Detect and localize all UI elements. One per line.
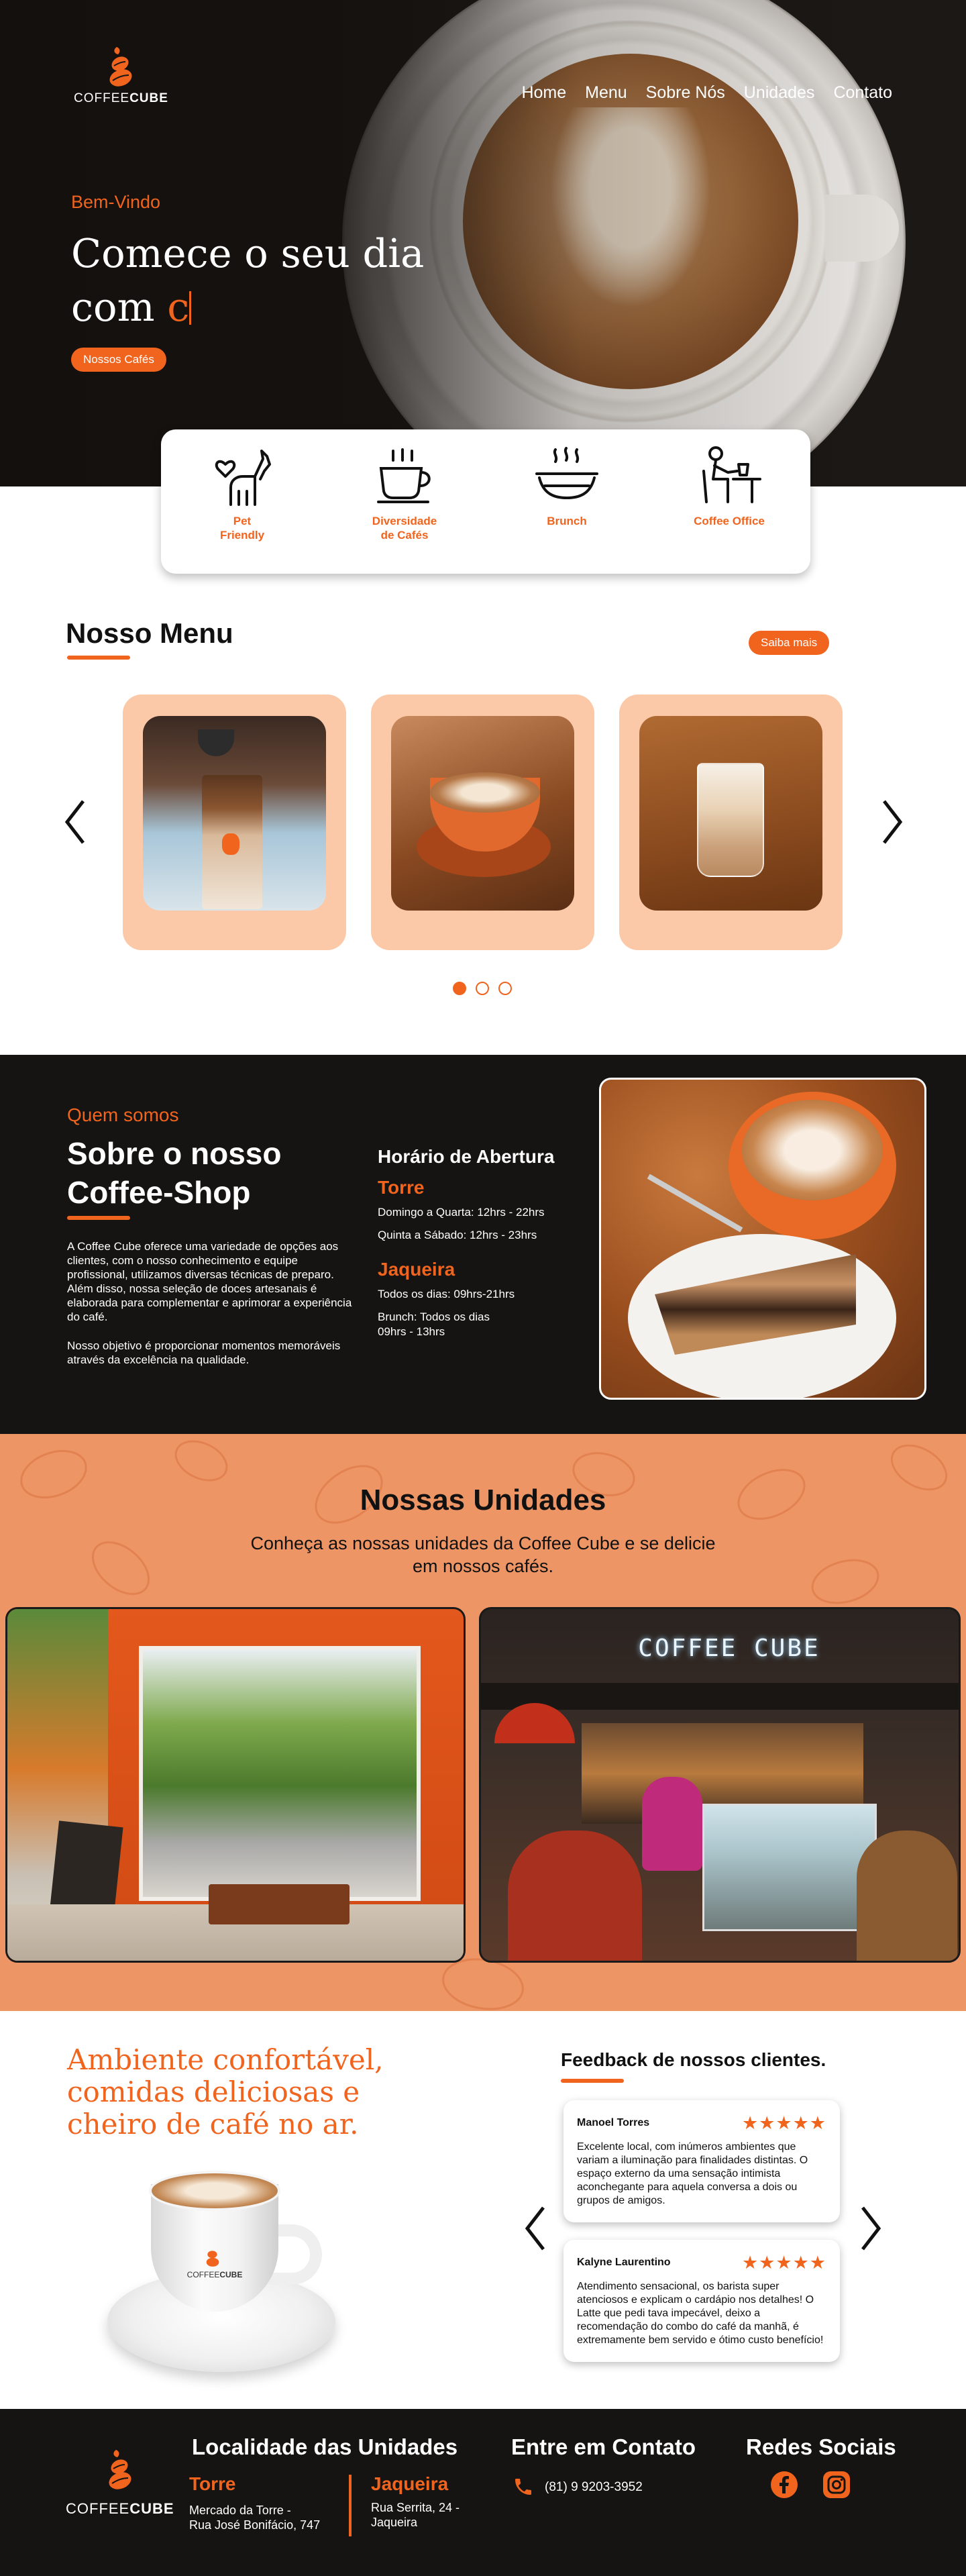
coffee-cup-product-image: COFFEECUBE xyxy=(101,2171,342,2392)
nav-menu[interactable]: Menu xyxy=(585,83,627,103)
footer-address-jaqueira: Rua Serrita, 24 - Jaqueira xyxy=(371,2501,460,2529)
star-rating-icon: ★★★★★ xyxy=(741,2113,826,2133)
footer-wordmark: COFFEECUBE xyxy=(66,2500,174,2517)
coffee-cube-sign: COFFEE CUBE xyxy=(638,1635,820,1662)
coffee-bean-logo-icon xyxy=(103,2442,138,2496)
logo-link[interactable]: COFFEECUBE xyxy=(74,46,168,106)
nav-contato[interactable]: Contato xyxy=(833,83,892,103)
coffee-cup-icon xyxy=(377,448,431,503)
opening-hours: Horário de Abertura Torre Domingo a Quar… xyxy=(378,1146,579,1347)
pet-icon xyxy=(215,450,271,506)
social-title: Redes Sociais xyxy=(746,2434,896,2459)
about-section: Quem somos Sobre o nosso Coffee-Shop A C… xyxy=(0,1055,966,1434)
hero-eyebrow: Bem-Vindo xyxy=(71,192,161,212)
review-text: Excelente local, com inúmeros ambientes … xyxy=(577,2141,808,2206)
contact-title: Entre em Contato xyxy=(511,2434,696,2459)
footer-address-torre: Mercado da Torre - Rua José Bonifácio, 7… xyxy=(189,2504,321,2532)
unit-jaqueira-photo[interactable]: COFFEE CUBE xyxy=(479,1607,961,1963)
main-nav: Home Menu Sobre Nós Unidades Contato xyxy=(521,83,892,103)
phone-link[interactable]: (81) 9 9203-3952 xyxy=(545,2480,643,2495)
review-card: Kalyne Laurentino ★★★★★ Atendimento sens… xyxy=(564,2240,840,2362)
menu-card-latte[interactable] xyxy=(619,694,843,950)
feedback-title: Feedback de nossos clientes. xyxy=(561,2049,826,2070)
footer-logo-link[interactable]: COFFEECUBE xyxy=(66,2442,174,2518)
unit-torre-photo[interactable] xyxy=(5,1607,466,1963)
features-card: Pet Friendly Diversidade de Cafés Brunch… xyxy=(161,429,810,574)
feature-coffee-office: Coffee Office xyxy=(665,444,793,574)
hours-unit-torre: Torre xyxy=(378,1177,425,1198)
menu-card-cappuccino[interactable] xyxy=(371,694,594,950)
coffee-office-icon xyxy=(702,446,761,503)
pagination-dot-3[interactable] xyxy=(498,982,512,995)
about-eyebrow: Quem somos xyxy=(67,1104,179,1125)
nav-home[interactable]: Home xyxy=(521,83,566,103)
about-text: A Coffee Cube oferece uma variedade de o… xyxy=(67,1240,352,1366)
menu-title: Nosso Menu xyxy=(66,617,233,649)
nav-unidades[interactable]: Unidades xyxy=(744,83,815,103)
hero-section: COFFEECUBE Home Menu Sobre Nós Unidades … xyxy=(0,0,966,486)
facebook-icon[interactable] xyxy=(770,2471,798,2499)
review-text: Atendimento sensacional, os barista supe… xyxy=(577,2281,824,2346)
footer-unit-torre: Torre xyxy=(189,2473,236,2494)
nav-sobre-nos[interactable]: Sobre Nós xyxy=(646,83,725,103)
star-rating-icon: ★★★★★ xyxy=(741,2253,826,2273)
hours-unit-jaqueira: Jaqueira xyxy=(378,1259,455,1280)
brunch-plate-icon xyxy=(535,447,598,500)
feedback-prev-arrow-icon[interactable] xyxy=(522,2205,549,2252)
typing-caret: c xyxy=(167,284,190,330)
phone-icon xyxy=(513,2476,534,2497)
reviewer-name: Kalyne Laurentino xyxy=(577,2257,671,2268)
footer-unit-jaqueira: Jaqueira xyxy=(371,2473,449,2494)
about-title: Sobre o nosso Coffee-Shop xyxy=(67,1136,282,1210)
units-subtitle: Conheça as nossas unidades da Coffee Cub… xyxy=(250,1533,716,1576)
coffee-bean-logo-icon xyxy=(103,46,138,87)
review-card: Manoel Torres ★★★★★ Excelente local, com… xyxy=(564,2100,840,2222)
reviewer-name: Manoel Torres xyxy=(577,2117,650,2128)
menu-next-arrow-icon[interactable] xyxy=(879,798,906,845)
instagram-icon[interactable] xyxy=(822,2471,851,2499)
menu-prev-arrow-icon[interactable] xyxy=(62,798,89,845)
logo-wordmark: COFFEECUBE xyxy=(74,91,168,105)
cake-coffee-photo xyxy=(599,1078,926,1400)
pagination-dot-1[interactable] xyxy=(453,982,466,995)
feature-diversidade-de-cafes: Diversidade de Cafés xyxy=(341,444,468,574)
feature-brunch: Brunch xyxy=(503,444,631,574)
saiba-mais-button[interactable]: Saiba mais xyxy=(749,631,830,655)
units-title: Nossas Unidades xyxy=(360,1484,606,1516)
nossos-cafes-button[interactable]: Nossos Cafés xyxy=(71,348,166,372)
feedback-next-arrow-icon[interactable] xyxy=(857,2205,884,2252)
menu-card-iced-coffee[interactable] xyxy=(123,694,346,950)
iced-coffee-photo xyxy=(143,716,326,911)
page: COFFEECUBE Home Menu Sobre Nós Unidades … xyxy=(0,0,966,2576)
hours-title: Horário de Abertura xyxy=(378,1146,555,1167)
menu-pagination xyxy=(453,982,512,995)
hero-title: Comece o seu dia com c xyxy=(71,230,425,330)
feature-pet-friendly: Pet Friendly xyxy=(178,444,306,574)
locations-title: Localidade das Unidades xyxy=(192,2434,458,2459)
cappuccino-photo xyxy=(391,716,574,911)
pagination-dot-2[interactable] xyxy=(476,982,489,995)
latte-photo xyxy=(639,716,822,911)
footer: COFFEECUBE Localidade das Unidades Torre… xyxy=(0,2409,966,2576)
ambient-tagline: Ambiente confortável, comidas deliciosas… xyxy=(67,2043,384,2141)
units-section: Nossas Unidades Conheça as nossas unidad… xyxy=(0,1434,966,2011)
